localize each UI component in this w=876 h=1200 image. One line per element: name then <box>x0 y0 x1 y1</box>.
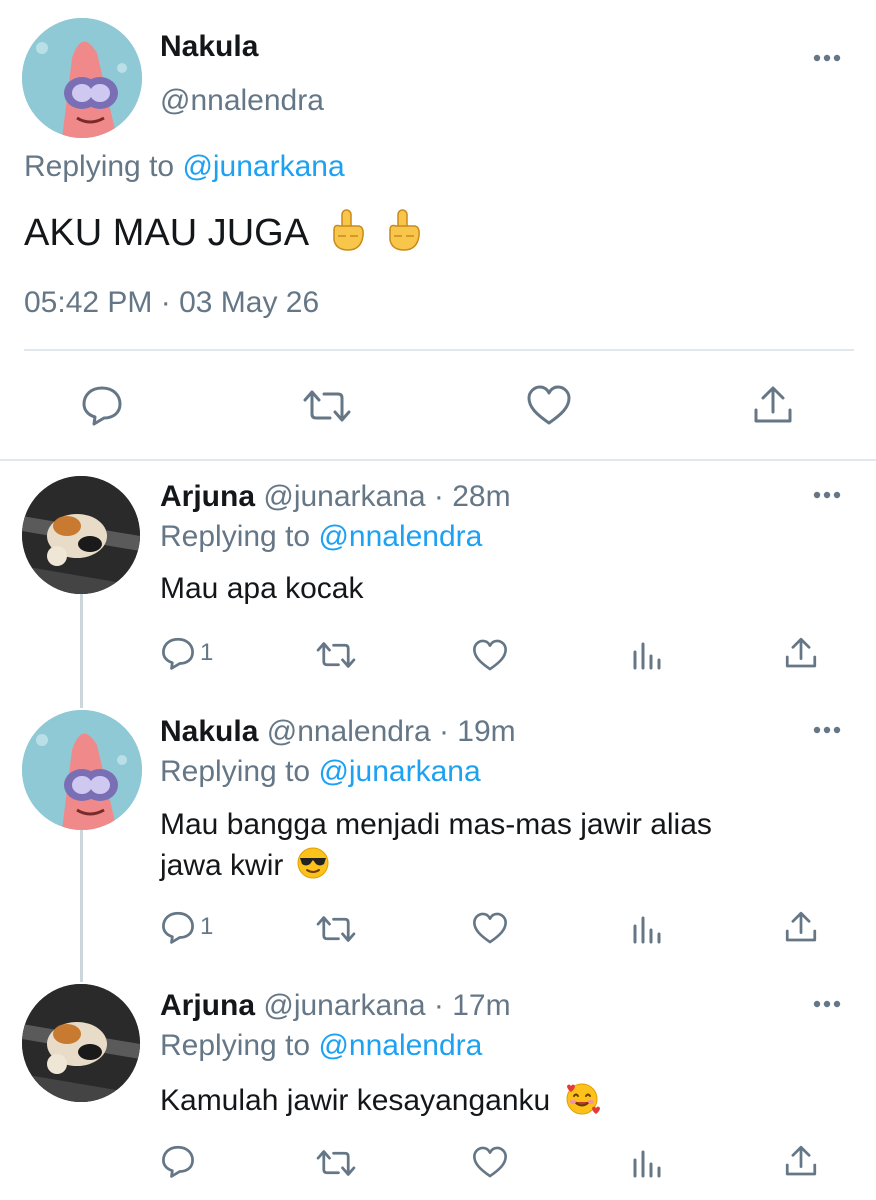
share-button[interactable] <box>784 1144 818 1178</box>
share-icon <box>785 637 817 668</box>
reply-author-name[interactable]: Arjuna <box>160 480 255 513</box>
replying-to-prefix: Replying to <box>24 150 175 183</box>
reply-count: 1 <box>200 639 214 666</box>
author-name[interactable]: Nakula <box>160 30 258 64</box>
reply-text-content: jawa kwir <box>160 848 284 882</box>
reply-text-line-2: jawa kwir <box>160 846 330 888</box>
reply-header: Nakula @nnalendra · 19m <box>160 715 516 749</box>
replying-to-line: Replying to @nnalendra <box>160 1029 482 1063</box>
replying-to-prefix: Replying to <box>160 520 311 553</box>
reply-text-content: Kamulah jawir kesayanganku <box>160 1083 551 1117</box>
reply-author-handle[interactable]: @junarkana <box>263 989 425 1022</box>
cat-avatar-image <box>22 476 140 594</box>
avatar-nakula[interactable] <box>22 18 142 138</box>
like-button[interactable] <box>472 1145 508 1179</box>
reply-header: Arjuna @junarkana · 17m <box>160 989 511 1023</box>
thread-line <box>80 594 83 708</box>
reply-text-line-1: Mau bangga menjadi mas-mas jawir alias <box>160 808 712 841</box>
reply-time[interactable]: · 17m <box>434 989 511 1022</box>
analytics-button[interactable] <box>632 914 662 944</box>
retweet-icon <box>316 642 356 668</box>
pointing-up-emoji <box>384 208 422 262</box>
tweet-text: AKU MAU JUGA <box>24 208 422 262</box>
reply-button[interactable] <box>80 384 124 426</box>
avatar-nakula[interactable] <box>22 710 142 830</box>
reply-icon <box>82 386 122 426</box>
like-button[interactable] <box>472 638 508 672</box>
retweet-icon <box>303 390 351 422</box>
retweet-button[interactable] <box>314 914 358 944</box>
reply-author-handle[interactable]: @nnalendra <box>267 715 431 748</box>
replying-to-line: Replying to @nnalendra <box>160 520 482 554</box>
reply-icon <box>162 1145 194 1178</box>
reply-header: Arjuna @junarkana · 28m <box>160 480 511 514</box>
replying-to-link[interactable]: @nnalendra <box>318 1029 482 1062</box>
avatar-arjuna[interactable] <box>22 984 140 1102</box>
share-icon <box>754 386 792 423</box>
heart-icon <box>473 912 507 944</box>
sunglasses-emoji <box>296 846 330 888</box>
share-icon <box>785 1145 817 1176</box>
reply-time[interactable]: · 19m <box>439 715 516 748</box>
like-button[interactable] <box>472 911 508 945</box>
replying-to-link[interactable]: @junarkana <box>318 755 480 788</box>
author-handle[interactable]: @nnalendra <box>160 84 324 118</box>
retweet-icon <box>316 1150 356 1176</box>
replying-to-link[interactable]: @junarkana <box>182 150 344 183</box>
analytics-button[interactable] <box>632 1148 662 1178</box>
retweet-icon <box>316 916 356 942</box>
divider <box>24 349 854 351</box>
tweet-text-content: AKU MAU JUGA <box>24 212 307 255</box>
avatar-arjuna[interactable] <box>22 476 140 594</box>
reply-author-handle[interactable]: @junarkana <box>263 480 425 513</box>
section-divider <box>0 459 876 461</box>
pointing-up-emoji <box>328 208 366 262</box>
replying-to-line: Replying to @junarkana <box>24 150 345 184</box>
reply-button[interactable]: 1 <box>160 910 213 944</box>
cat-avatar-image <box>22 984 140 1102</box>
reply-button[interactable]: 1 <box>160 636 213 670</box>
smiling-face-with-hearts-emoji <box>563 1080 601 1124</box>
replying-to-prefix: Replying to <box>160 755 311 788</box>
more-options-icon[interactable] <box>812 724 842 736</box>
reply-author-name[interactable]: Arjuna <box>160 989 255 1022</box>
retweet-button[interactable] <box>300 388 354 424</box>
reply-count: 1 <box>200 913 214 940</box>
reply-icon <box>162 911 194 944</box>
replying-to-line: Replying to @junarkana <box>160 755 481 789</box>
analytics-button[interactable] <box>632 640 662 670</box>
heart-icon <box>473 1146 507 1178</box>
heart-icon <box>473 639 507 671</box>
thread-line <box>80 830 83 982</box>
retweet-button[interactable] <box>314 640 358 670</box>
reply-text: Kamulah jawir kesayanganku <box>160 1080 601 1124</box>
reply-time[interactable]: · 28m <box>434 480 511 513</box>
more-options-icon[interactable] <box>812 489 842 501</box>
replying-to-prefix: Replying to <box>160 1029 311 1062</box>
reply-author-name[interactable]: Nakula <box>160 715 258 748</box>
replying-to-link[interactable]: @nnalendra <box>318 520 482 553</box>
reply-icon <box>162 637 194 670</box>
heart-icon <box>527 385 571 425</box>
share-button[interactable] <box>784 636 818 670</box>
more-options-icon[interactable] <box>812 998 842 1010</box>
tweet-timestamp[interactable]: 05:42 PM · 03 May 26 <box>24 286 319 320</box>
share-button[interactable] <box>784 910 818 944</box>
share-button[interactable] <box>752 384 794 426</box>
share-icon <box>785 911 817 942</box>
reply-text: Mau apa kocak <box>160 572 364 605</box>
more-options-icon[interactable] <box>812 52 842 64</box>
patrick-avatar-image <box>22 18 142 138</box>
like-button[interactable] <box>526 384 572 426</box>
patrick-avatar-image <box>22 710 142 830</box>
reply-button[interactable] <box>160 1144 196 1178</box>
analytics-icon <box>633 1150 661 1178</box>
retweet-button[interactable] <box>314 1148 358 1178</box>
analytics-icon <box>633 642 661 670</box>
analytics-icon <box>633 916 661 944</box>
